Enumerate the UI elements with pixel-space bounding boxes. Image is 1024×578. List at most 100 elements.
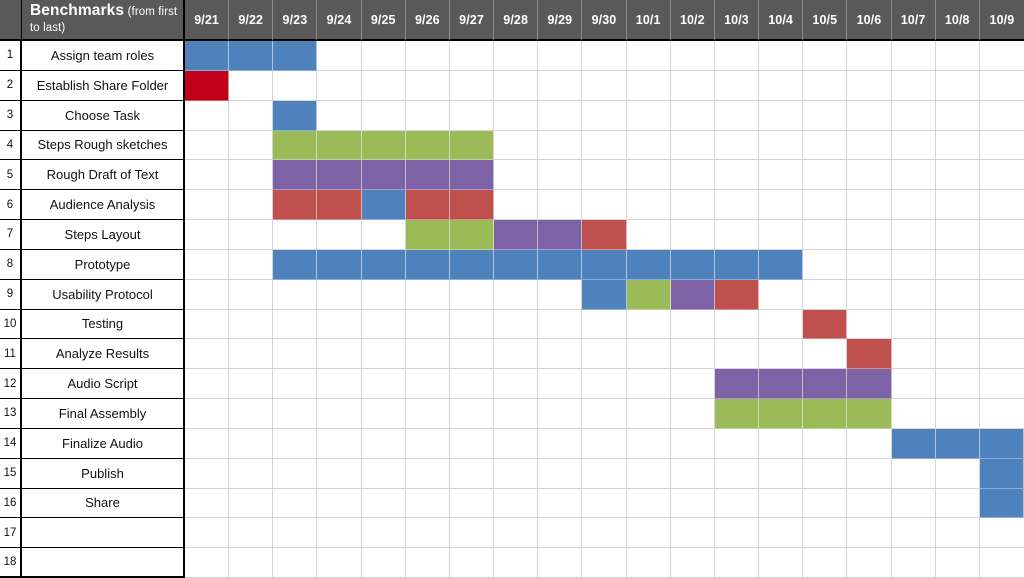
gantt-empty-cell[interactable] [185,130,230,161]
gantt-empty-cell[interactable] [935,249,980,280]
gantt-empty-cell[interactable] [626,548,671,578]
gantt-bar-segment[interactable] [935,428,980,459]
gantt-bar-segment[interactable] [405,220,450,250]
gantt-bar-segment[interactable] [803,309,848,340]
gantt-empty-cell[interactable] [891,339,936,370]
header-date-9-21[interactable]: 9/21 [185,0,230,41]
gantt-empty-cell[interactable] [317,339,362,370]
gantt-empty-cell[interactable] [361,488,406,519]
gantt-empty-cell[interactable] [449,309,495,340]
gantt-bar-segment[interactable] [979,488,1024,519]
gantt-empty-cell[interactable] [361,70,406,101]
gantt-empty-cell[interactable] [538,518,583,549]
gantt-empty-cell[interactable] [494,309,539,340]
gantt-empty-cell[interactable] [803,518,848,549]
gantt-empty-cell[interactable] [361,279,406,310]
gantt-empty-cell[interactable] [229,428,274,459]
gantt-empty-cell[interactable] [626,160,671,191]
gantt-bar-segment[interactable] [449,160,495,191]
gantt-empty-cell[interactable] [449,548,495,578]
task-name-cell[interactable]: Final Assembly [22,399,185,429]
gantt-bar-segment[interactable] [979,428,1024,459]
gantt-empty-cell[interactable] [847,279,892,310]
gantt-empty-cell[interactable] [626,309,671,340]
gantt-empty-cell[interactable] [803,190,848,220]
gantt-empty-cell[interactable] [670,309,715,340]
gantt-empty-cell[interactable] [185,518,230,549]
task-name-cell[interactable]: Rough Draft of Text [22,160,185,191]
gantt-empty-cell[interactable] [891,130,936,161]
gantt-empty-cell[interactable] [229,369,274,399]
gantt-empty-cell[interactable] [935,190,980,220]
gantt-empty-cell[interactable] [538,309,583,340]
gantt-empty-cell[interactable] [405,279,450,310]
gantt-empty-cell[interactable] [935,399,980,429]
gantt-empty-cell[interactable] [714,488,760,519]
gantt-empty-cell[interactable] [449,428,495,459]
gantt-empty-cell[interactable] [891,309,936,340]
gantt-empty-cell[interactable] [494,339,539,370]
gantt-empty-cell[interactable] [891,458,936,489]
gantt-empty-cell[interactable] [979,70,1024,101]
gantt-empty-cell[interactable] [361,399,406,429]
gantt-empty-cell[interactable] [759,458,804,489]
gantt-empty-cell[interactable] [538,428,583,459]
gantt-empty-cell[interactable] [935,41,980,71]
gantt-empty-cell[interactable] [449,70,495,101]
gantt-empty-cell[interactable] [582,518,627,549]
gantt-empty-cell[interactable] [891,279,936,310]
gantt-empty-cell[interactable] [935,279,980,310]
gantt-empty-cell[interactable] [803,548,848,578]
gantt-empty-cell[interactable] [847,160,892,191]
gantt-empty-cell[interactable] [582,458,627,489]
gantt-empty-cell[interactable] [626,458,671,489]
task-name-cell[interactable]: Testing [22,309,185,340]
gantt-empty-cell[interactable] [847,548,892,578]
task-name-cell[interactable]: Usability Protocol [22,279,185,310]
header-date-10-7[interactable]: 10/7 [891,0,936,41]
gantt-empty-cell[interactable] [494,548,539,578]
gantt-empty-cell[interactable] [538,70,583,101]
gantt-empty-cell[interactable] [361,548,406,578]
gantt-empty-cell[interactable] [891,518,936,549]
gantt-empty-cell[interactable] [229,100,274,131]
gantt-bar-segment[interactable] [494,249,539,280]
gantt-empty-cell[interactable] [317,548,362,578]
gantt-empty-cell[interactable] [185,458,230,489]
gantt-bar-segment[interactable] [317,190,362,220]
gantt-empty-cell[interactable] [361,100,406,131]
gantt-empty-cell[interactable] [494,369,539,399]
gantt-empty-cell[interactable] [847,428,892,459]
gantt-empty-cell[interactable] [494,518,539,549]
row-number[interactable]: 15 [0,458,22,489]
gantt-empty-cell[interactable] [803,249,848,280]
gantt-empty-cell[interactable] [229,249,274,280]
gantt-bar-segment[interactable] [449,190,495,220]
gantt-empty-cell[interactable] [273,369,318,399]
gantt-empty-cell[interactable] [538,548,583,578]
gantt-bar-segment[interactable] [582,220,627,250]
gantt-empty-cell[interactable] [229,488,274,519]
gantt-empty-cell[interactable] [759,488,804,519]
gantt-empty-cell[interactable] [891,100,936,131]
gantt-empty-cell[interactable] [185,279,230,310]
gantt-bar-segment[interactable] [670,279,715,310]
gantt-empty-cell[interactable] [670,488,715,519]
gantt-empty-cell[interactable] [714,160,760,191]
task-name-cell[interactable] [22,548,185,578]
gantt-empty-cell[interactable] [979,399,1024,429]
gantt-empty-cell[interactable] [714,548,760,578]
task-name-cell[interactable]: Audio Script [22,369,185,399]
header-date-10-8[interactable]: 10/8 [935,0,980,41]
gantt-empty-cell[interactable] [891,249,936,280]
row-number[interactable]: 2 [0,70,22,101]
gantt-empty-cell[interactable] [759,70,804,101]
gantt-bar-segment[interactable] [185,41,230,71]
gantt-empty-cell[interactable] [538,130,583,161]
gantt-empty-cell[interactable] [405,100,450,131]
gantt-bar-segment[interactable] [582,279,627,310]
row-number[interactable]: 6 [0,190,22,220]
gantt-empty-cell[interactable] [847,130,892,161]
gantt-bar-segment[interactable] [847,339,892,370]
gantt-empty-cell[interactable] [803,220,848,250]
